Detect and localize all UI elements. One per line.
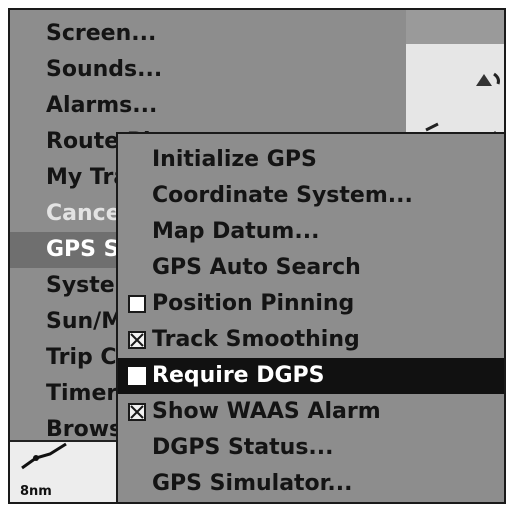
submenu-item-label: Require DGPS	[152, 363, 325, 388]
submenu-item-label: Position Pinning	[152, 291, 355, 316]
checkbox-unchecked-icon[interactable]	[128, 367, 146, 385]
submenu-item-coordinate-system[interactable]: Coordinate System...	[118, 178, 504, 214]
route-point	[33, 455, 39, 461]
submenu-item-show-waas-alarm[interactable]: Show WAAS Alarm	[118, 394, 504, 430]
map-scale-label: 8nm	[20, 484, 52, 499]
submenu-item-track-smoothing[interactable]: Track Smoothing	[118, 322, 504, 358]
submenu-item-position-pinning[interactable]: Position Pinning	[118, 286, 504, 322]
submenu-item-label: Show WAAS Alarm	[152, 399, 381, 424]
submenu-item-label: Coordinate System...	[152, 183, 413, 208]
map-marker-icon	[476, 74, 492, 86]
submenu-item-map-datum[interactable]: Map Datum...	[118, 214, 504, 250]
menu-item-sounds[interactable]: Sounds...	[10, 52, 406, 88]
submenu-item-gps-simulator[interactable]: GPS Simulator...	[118, 466, 504, 502]
submenu-item-label: DGPS Status...	[152, 435, 334, 460]
checkbox-unchecked-icon[interactable]	[128, 295, 146, 313]
menu-item-alarms[interactable]: Alarms...	[10, 88, 406, 124]
submenu-item-initialize-gps[interactable]: Initialize GPS	[118, 142, 504, 178]
submenu-item-label: Map Datum...	[152, 219, 320, 244]
submenu-item-label: Track Smoothing	[152, 327, 360, 352]
map-line	[425, 122, 439, 132]
device-screen: 8nm Screen... Sounds... Alarms... Route …	[8, 8, 506, 504]
checkbox-checked-icon[interactable]	[128, 331, 146, 349]
submenu-item-require-dgps[interactable]: Require DGPS	[118, 358, 504, 394]
gps-setup-submenu: Initialize GPS Coordinate System... Map …	[116, 132, 504, 502]
submenu-item-gps-auto-search[interactable]: GPS Auto Search	[118, 250, 504, 286]
map-line	[493, 72, 500, 85]
checkbox-checked-icon[interactable]	[128, 403, 146, 421]
submenu-item-label: GPS Auto Search	[152, 255, 361, 280]
menu-item-screen[interactable]: Screen...	[10, 16, 406, 52]
submenu-item-dgps-status[interactable]: DGPS Status...	[118, 430, 504, 466]
submenu-item-label: Initialize GPS	[152, 147, 317, 172]
submenu-item-label: GPS Simulator...	[152, 471, 353, 496]
